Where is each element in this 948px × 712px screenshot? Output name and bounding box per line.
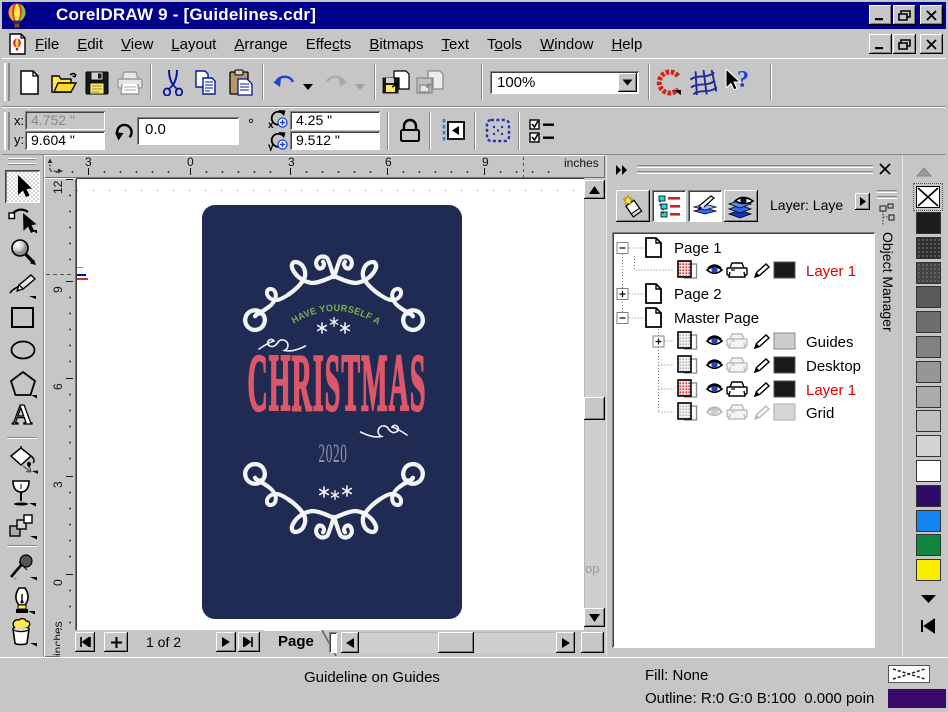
svg-text:inches: inches xyxy=(564,156,599,170)
svg-text:Layer 1: Layer 1 xyxy=(806,263,856,280)
svg-text:2020: 2020 xyxy=(318,441,347,469)
svg-text:0: 0 xyxy=(187,155,194,169)
svg-text:3: 3 xyxy=(85,155,92,169)
svg-text:9: 9 xyxy=(482,155,489,169)
svg-text:0: 0 xyxy=(51,579,65,586)
svg-text:3: 3 xyxy=(51,481,65,488)
svg-text:Layer 1: Layer 1 xyxy=(806,382,856,399)
svg-text:y: y xyxy=(268,142,274,151)
svg-text:12: 12 xyxy=(51,180,65,194)
svg-text:CHRISTMAS: CHRISTMAS xyxy=(248,339,427,429)
svg-text:Page 1: Page 1 xyxy=(674,240,722,257)
svg-text:A: A xyxy=(12,400,33,429)
svg-text:?: ? xyxy=(737,68,749,93)
svg-text:Desktop: Desktop xyxy=(806,358,861,375)
svg-text:6: 6 xyxy=(51,383,65,390)
svg-text:Guides: Guides xyxy=(806,334,854,351)
svg-text:Page 2: Page 2 xyxy=(674,286,722,303)
svg-text:x: x xyxy=(268,120,274,129)
svg-text:3: 3 xyxy=(288,155,295,169)
svg-text:9: 9 xyxy=(51,286,65,293)
svg-text:6: 6 xyxy=(385,155,392,169)
svg-text:Grid: Grid xyxy=(806,405,834,422)
svg-text:Master Page: Master Page xyxy=(674,310,759,327)
